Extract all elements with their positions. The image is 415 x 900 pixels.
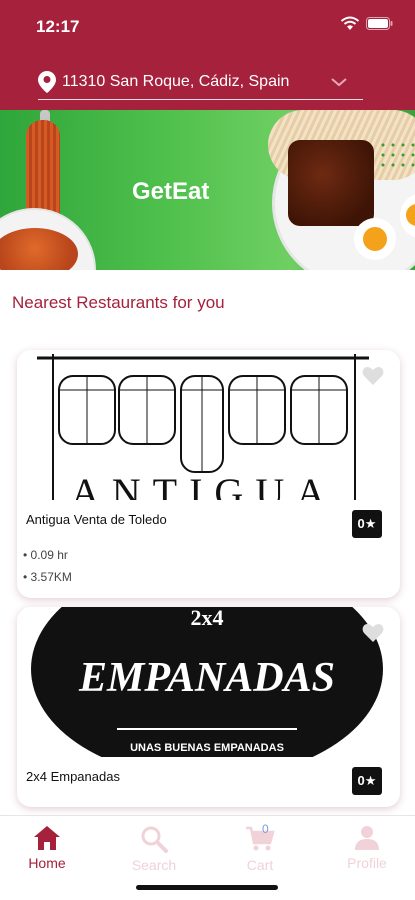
restaurant-card[interactable]: 2x4 EMPANADAS UNAS BUENAS EMPANADAS 2x4 … — [17, 607, 400, 807]
greens-image — [378, 140, 415, 170]
logo-main-text: EMPANADAS — [78, 655, 335, 701]
rating-badge: 0★ — [352, 767, 382, 795]
location-pin-icon — [38, 70, 56, 93]
tab-profile[interactable]: Profile — [327, 816, 407, 878]
egg-image — [354, 218, 396, 260]
status-time: 12:17 — [36, 17, 80, 36]
cart-icon — [246, 826, 275, 851]
restaurant-card[interactable]: ANTIGUA Antigua Venta de Toledo 0★ • 0.0… — [17, 350, 400, 598]
logo-tagline: UNAS BUENAS EMPANADAS — [130, 742, 284, 754]
chevron-down-icon[interactable] — [329, 75, 349, 89]
restaurant-logo: ANTIGUA — [17, 350, 400, 500]
home-indicator[interactable] — [136, 885, 278, 890]
logo-top-text: 2x4 — [191, 607, 224, 630]
tab-cart[interactable]: 0 Cart — [220, 816, 300, 878]
cart-count-badge: 0 — [262, 822, 269, 836]
restaurant-distance: • 3.57KM — [23, 570, 72, 584]
tab-label: Home — [28, 855, 66, 871]
promo-banner[interactable]: GetEat — [0, 110, 415, 270]
battery-icon — [366, 17, 393, 30]
tab-search[interactable]: Search — [114, 816, 194, 878]
app-header: 12:17 11310 San Roque, Cádiz, Spain — [0, 0, 415, 110]
tab-home[interactable]: Home — [7, 816, 87, 878]
tab-label: Profile — [347, 855, 387, 871]
status-icons — [340, 16, 393, 31]
location-address: 11310 San Roque, Cádiz, Spain — [62, 72, 290, 90]
restaurant-name: 2x4 Empanadas — [26, 769, 120, 784]
wifi-icon — [340, 16, 360, 31]
favorite-heart-icon[interactable] — [362, 366, 384, 386]
favorite-heart-icon[interactable] — [362, 623, 384, 643]
tab-label: Search — [131, 857, 177, 873]
meat-image — [288, 140, 374, 226]
banner-title: GetEat — [132, 178, 210, 205]
logo-wordmark: ANTIGUA — [71, 470, 337, 500]
tab-label: Cart — [246, 857, 274, 873]
location-selector[interactable]: 11310 San Roque, Cádiz, Spain — [38, 64, 363, 100]
profile-icon — [355, 826, 379, 850]
section-title: Nearest Restaurants for you — [12, 293, 225, 312]
restaurant-logo: 2x4 EMPANADAS UNAS BUENAS EMPANADAS — [17, 607, 400, 757]
rating-badge: 0★ — [352, 510, 382, 538]
search-icon — [141, 826, 168, 853]
delivery-time: • 0.09 hr — [23, 548, 68, 562]
restaurant-name: Antigua Venta de Toledo — [26, 512, 167, 527]
home-icon — [34, 826, 60, 850]
